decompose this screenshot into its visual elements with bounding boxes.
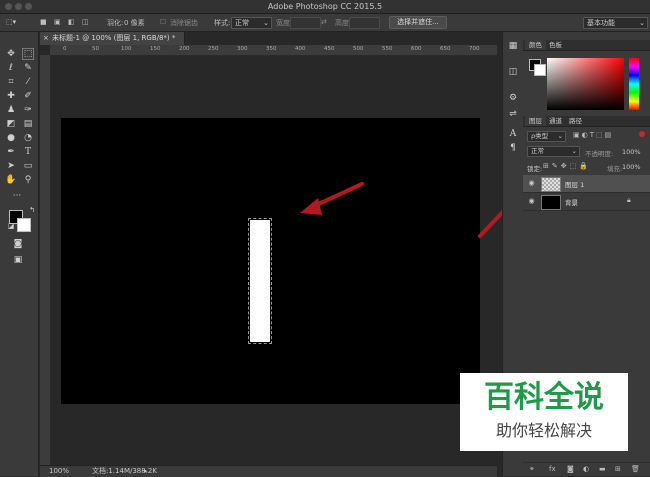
fill-value[interactable]: 100% [622, 163, 641, 171]
layer-style-icon[interactable]: fx [549, 465, 556, 473]
layers-panel-tabs: 图层 通道 路径 [523, 116, 650, 127]
tab-paths[interactable]: 路径 [565, 116, 586, 126]
filter-toggle-icon[interactable] [639, 131, 645, 137]
layer-lock-icon: 🔒︎ [627, 196, 631, 204]
tab-swatches[interactable]: 色板 [545, 40, 566, 50]
delete-layer-icon[interactable]: 🗑︎ [631, 465, 640, 473]
layer-thumbnail [541, 177, 561, 192]
color-panel-tabs: 颜色 色板 [523, 40, 650, 51]
blend-mode-select[interactable]: 正常 ⌄ [527, 146, 580, 157]
adjustment-layer-icon[interactable]: ◐ [583, 465, 589, 473]
opacity-value[interactable]: 100% [622, 148, 641, 156]
watermark-logo: 百科全说 助你轻松解决 [460, 373, 628, 451]
layers-footer: ⚭ fx ◙ ◐ ▬ ⊞ 🗑︎ [523, 462, 650, 477]
arrow-to-selection [300, 182, 364, 215]
tab-layers[interactable]: 图层 [525, 116, 546, 126]
watermark-subtitle: 助你轻松解决 [495, 421, 592, 440]
visibility-eye-icon[interactable]: ◉ [527, 179, 536, 188]
history-panel-icon[interactable]: ▦ [507, 40, 519, 52]
libraries-panel-icon[interactable]: ⇌ [507, 108, 519, 120]
tab-color[interactable]: 颜色 [525, 40, 546, 50]
character-panel-icon[interactable]: A [507, 128, 519, 140]
hue-slider[interactable] [629, 58, 639, 110]
fill-label: 填充: [607, 165, 623, 173]
layer-thumbnail [541, 195, 561, 210]
tab-channels[interactable]: 通道 [545, 116, 566, 126]
new-layer-icon[interactable]: ⊞ [615, 465, 621, 473]
layer-name[interactable]: 背景 [565, 197, 578, 207]
layer-name[interactable]: 图层 1 [565, 179, 584, 189]
lock-options-icons[interactable]: ⊞✎✥⬚🔒 [543, 162, 591, 170]
paragraph-panel-icon[interactable]: ¶ [507, 142, 519, 154]
layer-row-layer1[interactable]: ◉ 图层 1 [523, 175, 650, 193]
visibility-eye-icon[interactable]: ◉ [527, 197, 536, 206]
layer-row-background[interactable]: ◉ 背景 🔒︎ [523, 193, 650, 211]
lock-label: 锁定: [527, 165, 543, 173]
adjustments-panel-icon[interactable]: ⚙ [507, 92, 519, 104]
layer-filter-select[interactable]: ρ类型 ⌄ [527, 131, 566, 142]
link-layers-icon[interactable]: ⚭ [529, 465, 535, 473]
properties-panel-icon[interactable]: ◫ [507, 66, 519, 78]
color-field[interactable] [547, 58, 624, 110]
new-group-icon[interactable]: ▬ [599, 465, 606, 473]
layer-filter-icons[interactable]: ▣◐T⬚▤ [573, 131, 613, 139]
opacity-label: 不透明度: [585, 150, 614, 158]
watermark-title: 百科全说 [484, 380, 604, 415]
add-mask-icon[interactable]: ◙ [567, 465, 574, 473]
color-background-swatch[interactable] [534, 64, 546, 76]
